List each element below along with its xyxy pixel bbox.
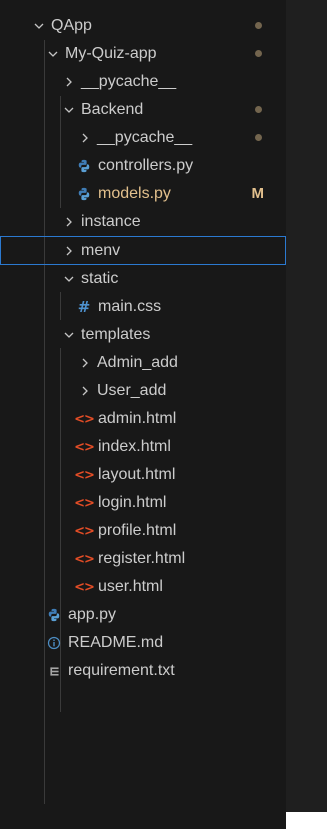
tree-folder-static[interactable]: static <box>0 265 286 293</box>
tree-file-profile-html[interactable]: <> profile.html <box>0 517 286 545</box>
html-file-icon: <> <box>74 523 95 539</box>
tree-folder-my-quiz-app[interactable]: My-Quiz-app <box>0 40 286 68</box>
tree-file-requirement-txt[interactable]: requirement.txt <box>0 657 286 685</box>
git-modified-badge: M <box>251 185 265 202</box>
editor-area <box>286 0 327 829</box>
tree-item-label: Admin_add <box>97 354 178 371</box>
html-file-icon: <> <box>74 467 95 483</box>
tree-item-label: My-Quiz-app <box>65 45 157 62</box>
tree-file-admin-html[interactable]: <> admin.html <box>0 405 286 433</box>
tree-item-label: User_add <box>97 382 167 399</box>
tree-file-register-html[interactable]: <> register.html <box>0 545 286 573</box>
modified-dot-indicator <box>255 134 262 141</box>
tree-item-label: __pycache__ <box>97 129 193 146</box>
tree-file-main-css[interactable]: # main.css <box>0 293 286 321</box>
chevron-down-icon <box>62 272 76 286</box>
tree-item-label: models.py <box>98 185 171 202</box>
tree-folder-menv[interactable]: menv <box>0 236 286 265</box>
html-file-icon: <> <box>74 551 95 567</box>
tree-item-label: register.html <box>98 550 186 567</box>
css-file-icon: # <box>77 298 91 316</box>
tree-item-label: menv <box>81 241 121 259</box>
tree-item-label: admin.html <box>98 410 177 427</box>
tree-item-label: Backend <box>81 101 144 118</box>
python-file-icon <box>76 186 92 202</box>
chevron-right-icon <box>78 131 92 145</box>
info-file-icon <box>46 635 62 651</box>
chevron-down-icon <box>46 47 60 61</box>
html-file-icon: <> <box>74 411 95 427</box>
tree-item-label: login.html <box>98 494 167 511</box>
chevron-down-icon <box>32 19 46 33</box>
tree-file-layout-html[interactable]: <> layout.html <box>0 461 286 489</box>
tree-file-index-html[interactable]: <> index.html <box>0 433 286 461</box>
tree-folder-instance[interactable]: instance <box>0 208 286 236</box>
modified-dot-indicator <box>255 22 262 29</box>
tree-item-label: controllers.py <box>98 157 194 174</box>
tree-folder-backend-pycache[interactable]: __pycache__ <box>0 124 286 152</box>
tree-item-label: main.css <box>98 298 162 315</box>
tree-file-models-py[interactable]: models.py M <box>0 180 286 208</box>
tree-file-readme-md[interactable]: README.md <box>0 629 286 657</box>
tree-folder-templates[interactable]: templates <box>0 321 286 349</box>
tree-file-login-html[interactable]: <> login.html <box>0 489 286 517</box>
tree-item-label: README.md <box>68 634 164 651</box>
chevron-right-icon <box>78 356 92 370</box>
tree-folder-pycache[interactable]: __pycache__ <box>0 68 286 96</box>
chevron-down-icon <box>62 103 76 117</box>
tree-item-label: QApp <box>51 17 92 34</box>
text-file-icon <box>46 663 62 679</box>
tree-file-app-py[interactable]: app.py <box>0 601 286 629</box>
chevron-right-icon <box>78 384 92 398</box>
modified-dot-indicator <box>255 106 262 113</box>
chevron-right-icon <box>62 244 76 258</box>
tree-item-label: profile.html <box>98 522 177 539</box>
tree-folder-qapp[interactable]: QApp <box>0 12 286 40</box>
tree-file-user-html[interactable]: <> user.html <box>0 573 286 601</box>
tree-item-label: requirement.txt <box>68 662 175 679</box>
tree-folder-user-add[interactable]: User_add <box>0 377 286 405</box>
tree-folder-backend[interactable]: Backend <box>0 96 286 124</box>
python-file-icon <box>46 607 62 623</box>
tree-item-label: index.html <box>98 438 171 455</box>
html-file-icon: <> <box>74 439 95 455</box>
file-tree: QApp My-Quiz-app __pycache__ Backend __p… <box>0 12 286 804</box>
tree-item-label: app.py <box>68 606 117 623</box>
tree-item-label: layout.html <box>98 466 176 483</box>
tree-item-label: instance <box>81 213 141 230</box>
tree-item-label: static <box>81 270 119 287</box>
tree-item-label: __pycache__ <box>81 73 177 90</box>
html-file-icon: <> <box>74 495 95 511</box>
tree-item-label: user.html <box>98 578 163 595</box>
python-file-icon <box>76 158 92 174</box>
tree-folder-admin-add[interactable]: Admin_add <box>0 349 286 377</box>
chevron-right-icon <box>62 75 76 89</box>
html-file-icon: <> <box>74 579 95 595</box>
tree-item-label: templates <box>81 326 151 343</box>
chevron-right-icon <box>62 215 76 229</box>
modified-dot-indicator <box>255 50 262 57</box>
chevron-down-icon <box>62 328 76 342</box>
status-edge <box>286 812 327 829</box>
tree-file-controllers-py[interactable]: controllers.py <box>0 152 286 180</box>
explorer-panel: QApp My-Quiz-app __pycache__ Backend __p… <box>0 0 286 829</box>
